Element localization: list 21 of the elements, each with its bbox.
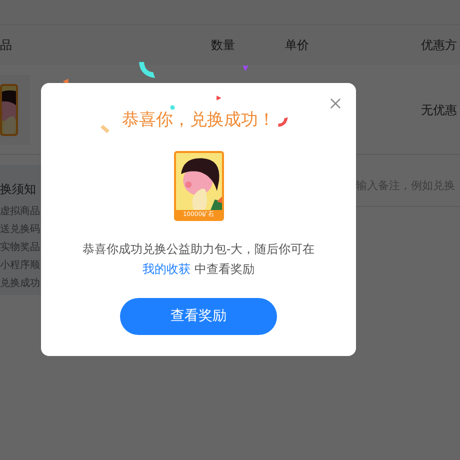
- notice-line: 送兑换码: [0, 222, 41, 237]
- confetti-icon: [277, 116, 289, 128]
- notice-line: 虚拟商品: [0, 204, 41, 219]
- column-header: 数量: [211, 37, 235, 54]
- notice-line: 实物奖品: [0, 240, 41, 255]
- confetti-icon: [62, 78, 69, 85]
- notice-line: 小程序顺: [0, 258, 41, 273]
- confetti-icon: [137, 60, 157, 80]
- dialog-message: 恭喜你成功兑换公益助力包-大，随后你可在 我的收获 中查看奖励: [81, 240, 316, 278]
- my-rewards-link[interactable]: 我的收获: [142, 262, 191, 276]
- view-rewards-button[interactable]: 查看奖励: [120, 298, 277, 334]
- column-header: 品: [0, 37, 12, 54]
- column-header: 单价: [285, 37, 309, 54]
- notice-title: 换须知: [0, 181, 37, 198]
- column-header: 优惠方: [421, 37, 457, 54]
- dialog-title: 恭喜你，兑换成功！: [122, 109, 275, 132]
- confetti-icon: [216, 95, 222, 101]
- close-icon[interactable]: [330, 98, 341, 109]
- notice-line: 兑换成功: [0, 276, 41, 291]
- confetti-icon: [170, 105, 175, 110]
- discount-text: 无优惠: [421, 102, 457, 118]
